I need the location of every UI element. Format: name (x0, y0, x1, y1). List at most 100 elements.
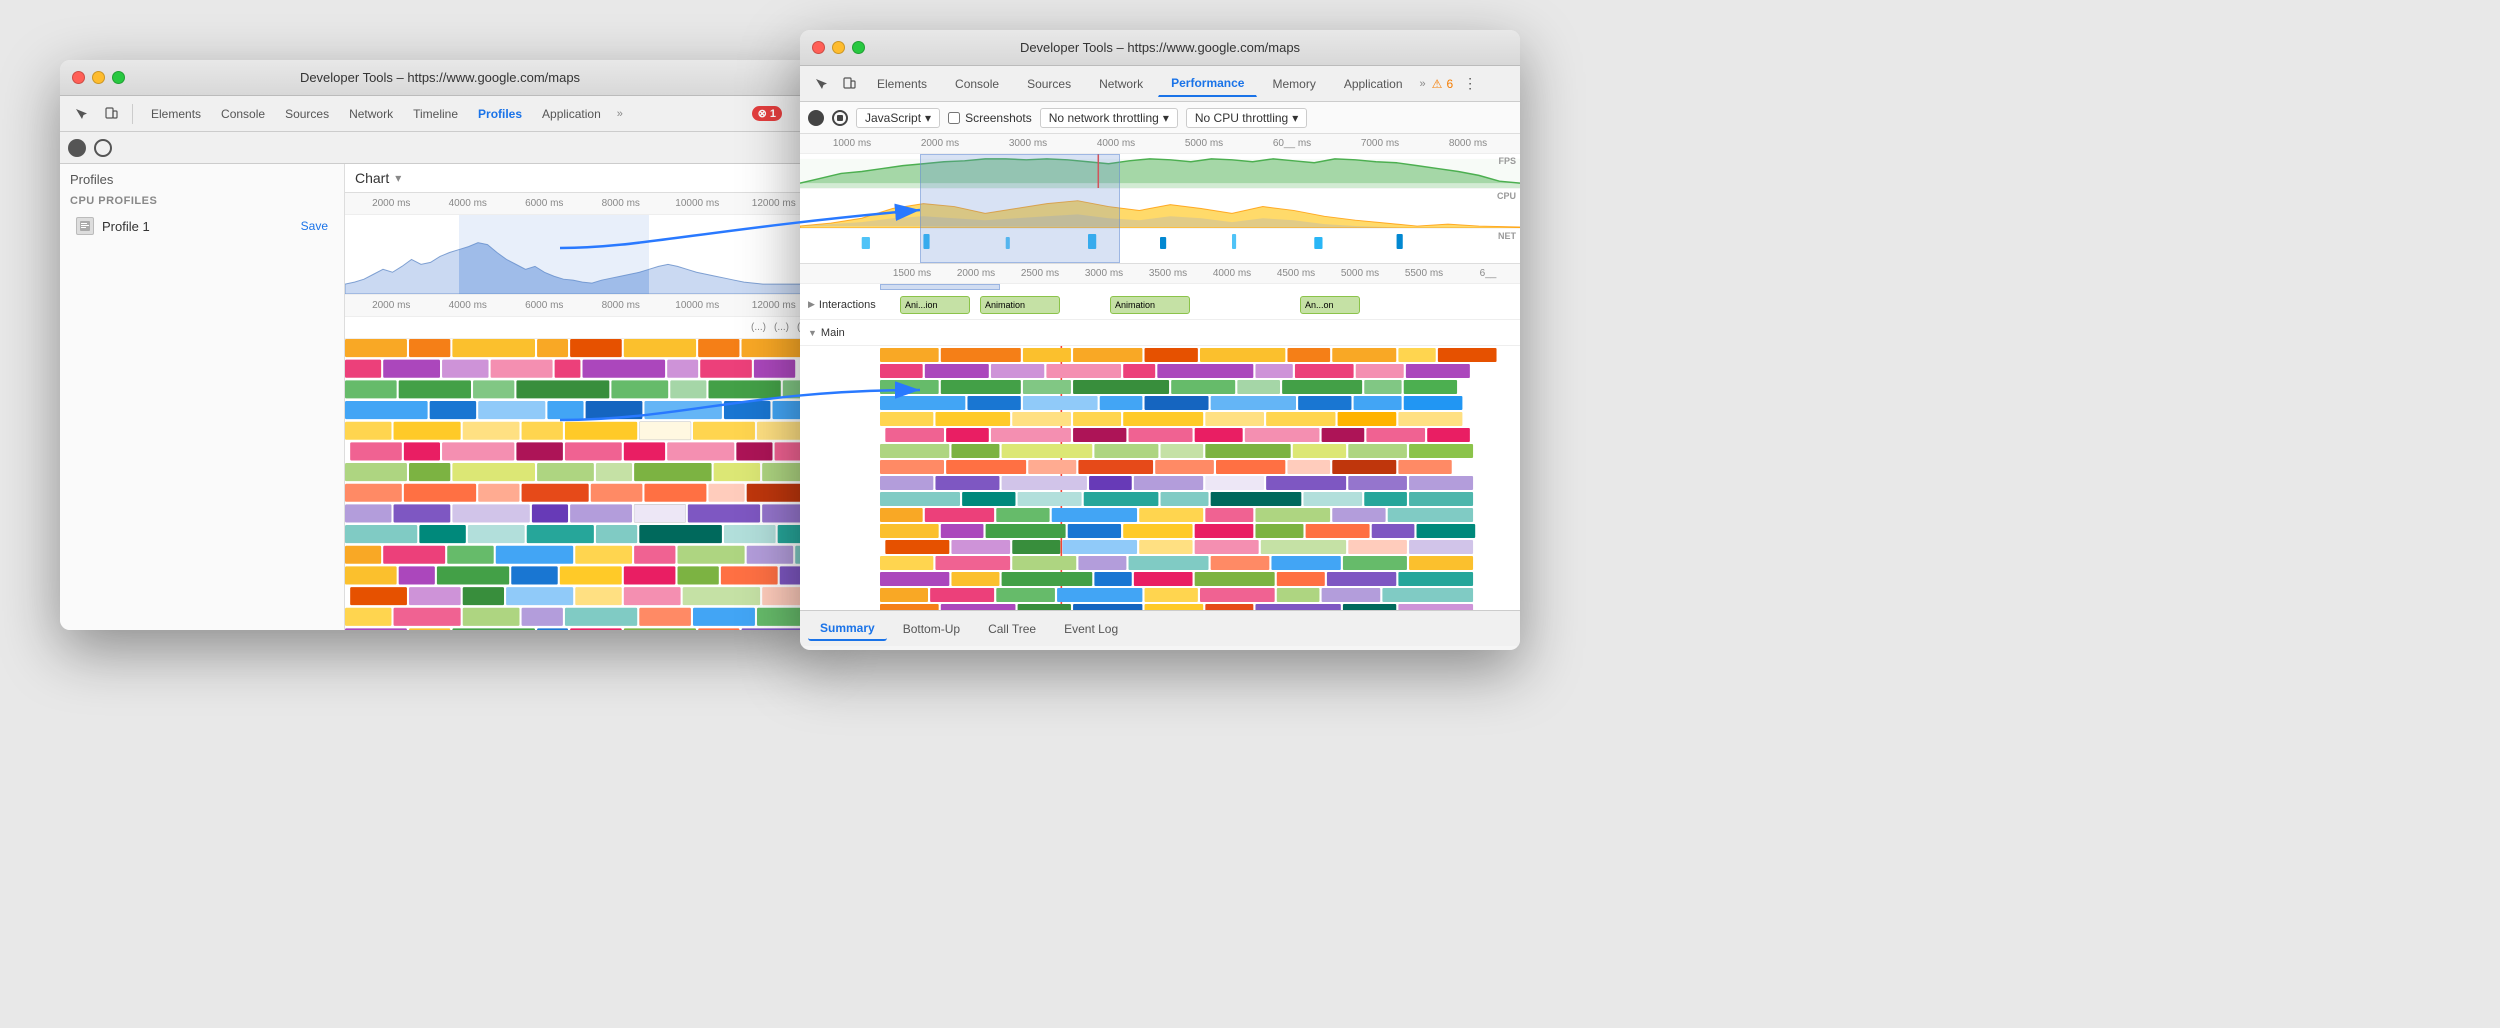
error-badge: ⊗ 1 (752, 106, 782, 121)
left-time-ruler-top: 2000 ms 4000 ms 6000 ms 8000 ms 10000 ms… (345, 193, 820, 215)
net-track: NET (800, 229, 1520, 257)
ellipsis-row: (...) (...) (...) (345, 317, 820, 339)
interactions-label-container: ▶ Interactions (800, 299, 880, 311)
tab-sources-right[interactable]: Sources (1014, 71, 1084, 97)
tab-memory-right[interactable]: Memory (1259, 71, 1328, 97)
bottom-tabs: Summary Bottom-Up Call Tree Event Log (800, 610, 1520, 646)
right-cursor-icon-btn[interactable] (808, 71, 834, 97)
tab-sources[interactable]: Sources (275, 103, 339, 125)
profile-icon (76, 217, 94, 235)
right-device-icon-btn[interactable] (836, 71, 862, 97)
right-menu-btn[interactable]: ⋮ (1459, 73, 1481, 95)
screenshots-checkbox[interactable]: Screenshots (948, 111, 1032, 125)
left-time-ruler-bottom: 2000 ms 4000 ms 6000 ms 8000 ms 10000 ms… (345, 295, 820, 317)
screenshots-check[interactable] (948, 112, 960, 124)
overview-section: 1000 ms 2000 ms 3000 ms 4000 ms 5000 ms … (800, 134, 1520, 264)
right-tabs-more[interactable]: » (1420, 78, 1426, 90)
left-devtools-window: Developer Tools – https://www.google.com… (60, 60, 820, 630)
tabs-more-btn[interactable]: » (617, 108, 623, 120)
tab-application-right[interactable]: Application (1331, 71, 1416, 97)
fps-track: FPS (800, 154, 1520, 189)
tab-profiles[interactable]: Profiles (468, 103, 532, 125)
warning-icon: ⚠ (1432, 77, 1443, 91)
network-throttle-dropdown[interactable]: No network throttling ▾ (1040, 108, 1178, 128)
profile-1-name: Profile 1 (102, 219, 293, 234)
left-traffic-lights (72, 71, 125, 84)
cpu-profiles-heading: CPU PROFILES (70, 195, 334, 207)
cpu-track: CPU (800, 189, 1520, 229)
bottom-tab-event-log[interactable]: Event Log (1052, 618, 1130, 640)
js-profile-dropdown[interactable]: JavaScript ▾ (856, 108, 940, 128)
cursor-icon-btn[interactable] (68, 101, 94, 127)
left-second-toolbar (60, 132, 820, 164)
tab-console[interactable]: Console (211, 103, 275, 125)
cpu-area-chart (345, 215, 820, 295)
tab-application[interactable]: Application (532, 103, 611, 125)
perf-toolbar: JavaScript ▾ Screenshots No network thro… (800, 102, 1520, 134)
overview-time-ruler: 1000 ms 2000 ms 3000 ms 4000 ms 5000 ms … (800, 134, 1520, 154)
left-close-btn[interactable] (72, 71, 85, 84)
right-window-title: Developer Tools – https://www.google.com… (1020, 40, 1300, 55)
chart-selector-row: Chart ▾ (345, 164, 820, 193)
interactions-label: Interactions (819, 299, 876, 311)
right-flame-chart[interactable] (800, 346, 1520, 610)
bottom-tab-summary[interactable]: Summary (808, 617, 887, 641)
bottom-tab-call-tree[interactable]: Call Tree (976, 618, 1048, 640)
interactions-track: Ani...ion Animation Animation An...on (880, 290, 1520, 319)
right-close-btn[interactable] (812, 41, 825, 54)
left-tab-nav: Elements Console Sources Network Timelin… (141, 103, 611, 125)
left-sidebar: Profiles CPU PROFILES Profile 1 Save (60, 164, 345, 630)
left-top-toolbar: Elements Console Sources Network Timelin… (60, 96, 820, 132)
left-minimize-btn[interactable] (92, 71, 105, 84)
warning-count: 6 (1446, 77, 1453, 91)
clear-btn[interactable] (94, 139, 112, 157)
device-icon-btn[interactable] (98, 101, 124, 127)
right-traffic-lights (812, 41, 865, 54)
interactions-row: ▶ Interactions Ani...ion Animation Anima… (800, 290, 1520, 320)
chart-dropdown-arrow[interactable]: ▾ (395, 171, 401, 185)
perf-record-btn[interactable] (808, 110, 824, 126)
main-track-empty (880, 320, 1520, 345)
tab-network[interactable]: Network (339, 103, 403, 125)
interaction-item-2: Animation (980, 296, 1060, 314)
left-titlebar: Developer Tools – https://www.google.com… (60, 60, 820, 96)
interaction-item-3: Animation (1110, 296, 1190, 314)
tab-elements-right[interactable]: Elements (864, 71, 940, 97)
tab-timeline[interactable]: Timeline (403, 103, 468, 125)
profile-save-btn[interactable]: Save (301, 219, 328, 233)
tab-network-right[interactable]: Network (1086, 71, 1156, 97)
left-flame-chart[interactable]: // Generated in CSS (345, 339, 820, 630)
fps-label: FPS (1498, 156, 1516, 166)
tab-console-right[interactable]: Console (942, 71, 1012, 97)
perf-clear-btn[interactable] (832, 110, 848, 126)
main-expand-arrow[interactable]: ▼ (808, 328, 817, 338)
profiles-section: Profiles CPU PROFILES Profile 1 Save (60, 164, 344, 247)
main-label: Main (821, 327, 845, 339)
right-flame-chart-inner (800, 346, 1520, 610)
main-row: ▼ Main (800, 320, 1520, 346)
left-maximize-btn[interactable] (112, 71, 125, 84)
cpu-throttle-dropdown[interactable]: No CPU throttling ▾ (1186, 108, 1307, 128)
left-main-content: Profiles CPU PROFILES Profile 1 Save Cha… (60, 164, 820, 630)
cpu-label: CPU (1497, 191, 1516, 201)
right-maximize-btn[interactable] (852, 41, 865, 54)
warning-indicator: ⚠ 6 (1432, 77, 1453, 91)
bottom-tab-bottom-up[interactable]: Bottom-Up (891, 618, 972, 640)
tab-elements[interactable]: Elements (141, 103, 211, 125)
record-btn[interactable] (68, 139, 86, 157)
right-titlebar: Developer Tools – https://www.google.com… (800, 30, 1520, 66)
tab-performance-right[interactable]: Performance (1158, 70, 1257, 97)
left-chart-area: Chart ▾ 2000 ms 4000 ms 6000 ms 8000 ms … (345, 164, 820, 630)
interactions-expand-arrow[interactable]: ▶ (808, 299, 815, 310)
toolbar-divider-1 (132, 104, 133, 124)
perf-content: 1000 ms 2000 ms 3000 ms 4000 ms 5000 ms … (800, 134, 1520, 610)
right-tab-bar: Elements Console Sources Network Perform… (800, 66, 1520, 102)
chart-label: Chart (355, 170, 389, 186)
right-minimize-btn[interactable] (832, 41, 845, 54)
profile-1-item[interactable]: Profile 1 Save (70, 213, 334, 239)
left-window-title: Developer Tools – https://www.google.com… (300, 70, 580, 85)
net-label: NET (1498, 231, 1516, 241)
interaction-item-1: Ani...ion (900, 296, 970, 314)
right-devtools-window: Developer Tools – https://www.google.com… (800, 30, 1520, 650)
timeline-ruler: 1500 ms 2000 ms 2500 ms 3000 ms 3500 ms … (800, 264, 1520, 284)
